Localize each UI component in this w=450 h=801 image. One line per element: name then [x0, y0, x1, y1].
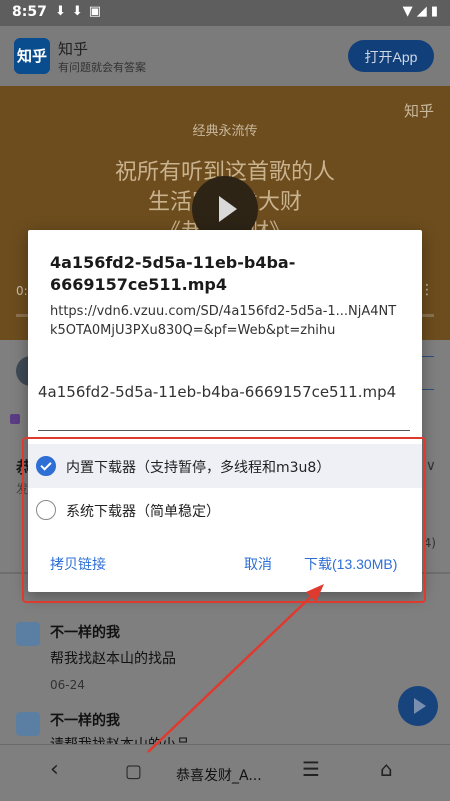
download-url: https://vdn6.vzuu.com/SD/4a156fd2-5d5a-1…: [50, 304, 397, 338]
notification-icons: ⬇⬇▣: [55, 4, 108, 19]
menu-icon[interactable]: ☰: [302, 757, 320, 787]
app-slogan: 有问题就会有答案: [58, 61, 146, 74]
app-banner: 知乎 知乎 有问题就会有答案 打开App: [0, 26, 450, 86]
expand-icon[interactable]: ∨: [426, 458, 436, 474]
signal-icon: ◢: [416, 4, 427, 19]
open-app-button[interactable]: 打开App: [348, 40, 434, 72]
comment-text: 请帮我找赵本山的小品: [50, 734, 190, 744]
video-label: 经典永流传: [192, 124, 258, 139]
status-bar: 8:57 ⬇⬇▣ ▼ ◢ ▮: [0, 0, 450, 26]
comment-text: 帮我找赵本山的找品: [50, 651, 176, 667]
comment-avatar[interactable]: [16, 712, 40, 736]
wifi-icon: ▼: [402, 4, 413, 19]
home-icon[interactable]: ⌂: [380, 757, 393, 787]
more-icon[interactable]: ⋮: [420, 282, 434, 298]
video-watermark: 知乎: [403, 102, 434, 120]
comment-user[interactable]: 不一样的我: [50, 622, 120, 642]
highlight-box: [22, 437, 426, 603]
system-icons: ▼ ◢ ▮: [403, 4, 438, 19]
app-name: 知乎: [58, 40, 89, 58]
tabs-icon[interactable]: ▢: [125, 761, 142, 791]
play-fab-icon[interactable]: [398, 686, 438, 726]
tag-icon: [10, 414, 20, 424]
comment-avatar[interactable]: [16, 622, 40, 646]
comment-user[interactable]: 不一样的我: [50, 710, 120, 730]
zhihu-logo: 知乎: [14, 38, 50, 74]
comment-date: 06-24: [50, 678, 85, 692]
page-tab-title[interactable]: 恭喜发财_A...: [176, 765, 262, 785]
filename-field[interactable]: 4a156fd2-5d5a-11eb-b4ba-6669157ce511.mp4: [38, 380, 410, 431]
battery-icon: ▮: [430, 4, 438, 19]
dialog-title: 4a156fd2-5d5a-11eb-b4ba-6669157ce511.mp4: [50, 253, 296, 294]
bottom-nav: ‹ ▢ 恭喜发财_A... ☰ ⌂: [0, 744, 450, 801]
back-icon[interactable]: ‹: [50, 757, 59, 787]
status-time: 8:57: [12, 4, 47, 20]
video-time: 0:: [16, 284, 28, 298]
